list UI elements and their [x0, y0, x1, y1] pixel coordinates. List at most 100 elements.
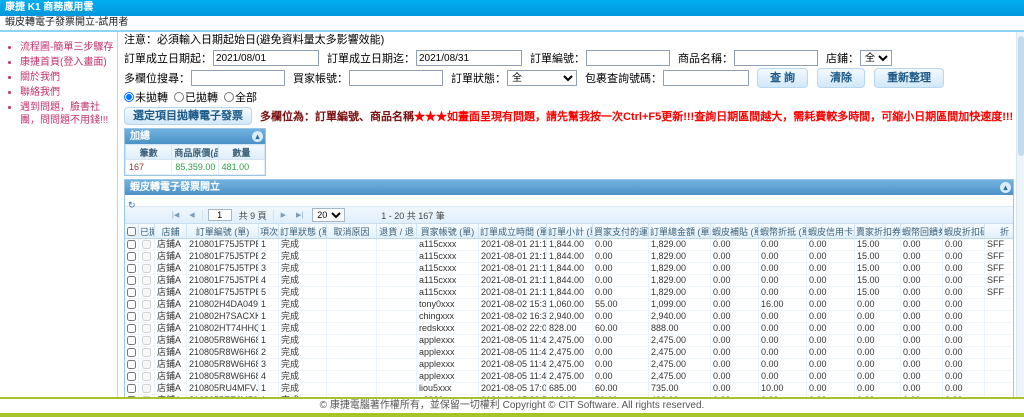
column-header[interactable]: 買家帳號 (單): [417, 224, 479, 239]
row-select-checkbox[interactable]: [127, 240, 136, 250]
cell-return_info: [377, 299, 417, 311]
radio-input-1[interactable]: [174, 91, 184, 102]
column-header[interactable]: 訂單狀態 (單): [279, 224, 327, 239]
column-header[interactable]: 蝦皮補貼 (單): [711, 224, 759, 239]
cell-total: 2,940.00: [649, 311, 711, 323]
sidebar-item[interactable]: 聯絡我們: [20, 86, 115, 99]
row-select-checkbox[interactable]: [127, 276, 136, 286]
row-select-checkbox[interactable]: [127, 300, 136, 310]
cell-subsidy: 0.00: [711, 371, 759, 383]
cell-seq: 1: [259, 299, 279, 311]
search-button[interactable]: 查 詢: [757, 68, 809, 88]
select-all-checkbox[interactable]: [127, 227, 136, 237]
app-header: 康捷 K1 商務應用雲: [0, 0, 1024, 16]
cell-seq: 4: [259, 371, 279, 383]
column-header[interactable]: 取消原因: [327, 224, 377, 239]
row-select-checkbox[interactable]: [127, 252, 136, 262]
shop-select[interactable]: 全: [860, 50, 892, 66]
multi-search-input[interactable]: [191, 70, 285, 86]
page-scrollbar: [1016, 32, 1024, 397]
page-number-input[interactable]: [207, 209, 232, 221]
radio-label: 全部: [235, 91, 257, 104]
sidebar-item[interactable]: 康捷首頁(登入畫面): [20, 56, 115, 69]
cell-coin_offset: 0.00: [759, 311, 807, 323]
next-page-icon[interactable]: ▶: [276, 211, 291, 219]
column-header[interactable]: 項次: [259, 224, 279, 239]
column-header[interactable]: 蝦皮折扣碼折: [943, 224, 985, 239]
order-status-select[interactable]: 全: [507, 70, 577, 86]
row-select-checkbox[interactable]: [127, 336, 136, 346]
row-select-checkbox[interactable]: [127, 360, 136, 370]
row-select-checkbox[interactable]: [127, 348, 136, 358]
refresh-button[interactable]: 重新整理: [874, 68, 945, 88]
order-no-input[interactable]: [586, 50, 670, 66]
first-page-icon[interactable]: |◀: [167, 211, 184, 219]
clear-button[interactable]: 清除: [817, 68, 866, 88]
column-header[interactable]: 賣家折扣券折: [855, 224, 901, 239]
column-header[interactable]: 店鋪: [155, 224, 187, 239]
radio-option-0[interactable]: 未拋轉: [124, 89, 168, 105]
prev-page-icon[interactable]: ◀: [184, 211, 199, 219]
cell-coin_cashback: 0.00: [901, 299, 943, 311]
scrollbar-thumb[interactable]: [1018, 36, 1024, 156]
column-header[interactable]: 訂單總金額 (單): [649, 224, 711, 239]
row-select-checkbox[interactable]: [127, 288, 136, 298]
cell-created: 2021-08-02 22:0: [479, 323, 547, 335]
column-header[interactable]: 蝦皮信用卡活: [807, 224, 855, 239]
row-select-checkbox[interactable]: [127, 312, 136, 322]
column-header[interactable]: 訂單編號 (單): [187, 224, 259, 239]
page-size-select[interactable]: 20: [312, 208, 346, 222]
row-select-checkbox[interactable]: [127, 264, 136, 274]
row-select-checkbox[interactable]: [127, 372, 136, 382]
order-status-label: 訂單狀態：: [451, 73, 506, 85]
cell-subtotal: 2,475.00: [547, 371, 593, 383]
cell-order_no: 210801F75J5TPB: [187, 275, 259, 287]
cell-coin_cashback: 0.00: [901, 383, 943, 395]
row-select-cell: [125, 263, 139, 275]
column-header[interactable]: 退貨 / 退: [377, 224, 417, 239]
sidebar-item[interactable]: 流程圖-簡單三步驟存: [20, 41, 115, 54]
cell-order_no: 210805R8W6H68D: [187, 371, 259, 383]
last-page-icon[interactable]: ▶|: [291, 211, 308, 219]
cell-created: 2021-08-05 11:4: [479, 359, 547, 371]
column-header[interactable]: 買家支付的運費 (單): [593, 224, 649, 239]
column-header[interactable]: 已拋: [139, 224, 155, 239]
grid-toolbar: ↻: [125, 195, 1013, 210]
radio-input-2[interactable]: [224, 91, 234, 102]
cell-return_info: [377, 359, 417, 371]
filter-row-2: 多欄位搜尋： 買家帳號： 訂單狀態： 全 包裹查詢號碼： 查 詢 清除 重新整理: [124, 68, 1014, 88]
transfer-invoice-button[interactable]: 選定項目拋轉電子發票: [124, 106, 252, 125]
date-to-input[interactable]: [416, 50, 522, 66]
row-select-checkbox[interactable]: [127, 324, 136, 334]
refresh-icon[interactable]: ↻: [128, 200, 136, 211]
cell-status: 完成: [279, 299, 327, 311]
column-header[interactable]: 蝦幣回饋券: [901, 224, 943, 239]
cell-created: 2021-08-01 21:1: [479, 275, 547, 287]
column-header[interactable]: 折: [985, 224, 1013, 239]
column-header[interactable]: 訂單小計 (單): [547, 224, 593, 239]
cell-buyer: applexxx: [417, 335, 479, 347]
radio-input-0[interactable]: [124, 91, 134, 102]
product-name-input[interactable]: [734, 50, 818, 66]
cell-return_info: [377, 251, 417, 263]
cell-subtotal: 1,844.00: [547, 275, 593, 287]
cell-seller_coupon: 0.00: [855, 299, 901, 311]
row-select-checkbox[interactable]: [127, 384, 136, 394]
sidebar-item[interactable]: 關於我們: [20, 71, 115, 84]
row-select-cell: [125, 359, 139, 371]
sidebar-item[interactable]: 遇到問題，臉書社團，問問題不用錢!!!: [20, 101, 115, 127]
radio-option-1[interactable]: 已拋轉: [174, 89, 218, 105]
radio-option-2[interactable]: 全部: [224, 89, 257, 105]
column-header[interactable]: 蝦幣折抵 (單): [759, 224, 807, 239]
cell-return_info: [377, 239, 417, 251]
package-no-input[interactable]: [663, 70, 749, 86]
collapse-icon[interactable]: ▴: [252, 131, 263, 142]
cell-extra: [985, 383, 1013, 395]
collapse-icon[interactable]: ▴: [1000, 182, 1011, 193]
buyer-account-input[interactable]: [349, 70, 443, 86]
cell-created: 2021-08-05 17:0: [479, 383, 547, 395]
date-from-input[interactable]: [213, 50, 319, 66]
cell-credit_card: 0.00: [807, 275, 855, 287]
cell-coin_offset: 10.00: [759, 383, 807, 395]
column-header[interactable]: 訂單成立時間 (單): [479, 224, 547, 239]
